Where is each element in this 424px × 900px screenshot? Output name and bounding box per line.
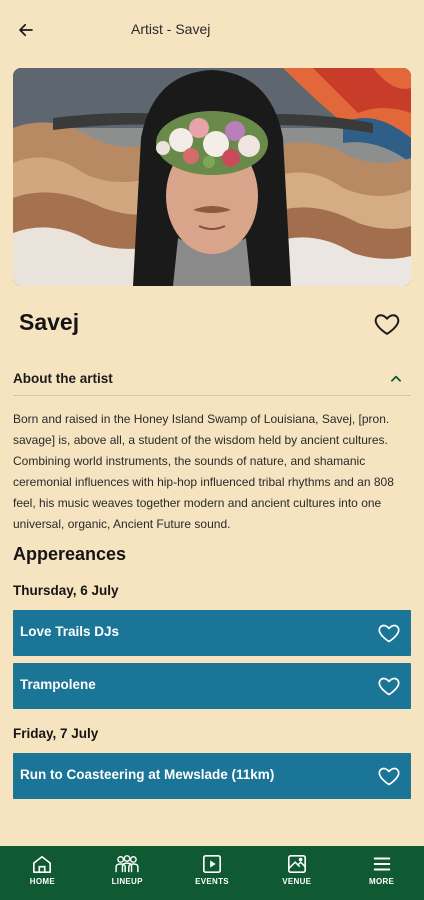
heart-icon[interactable]	[377, 621, 401, 645]
home-icon	[33, 855, 52, 873]
back-button[interactable]	[12, 16, 40, 44]
lineup-icon	[115, 855, 139, 873]
appearance-item[interactable]: Run to Coasteering at Mewslade (11km)	[13, 753, 411, 799]
heart-icon[interactable]	[377, 674, 401, 698]
day-label: Friday, 7 July	[13, 726, 99, 741]
page-title: Artist - Savej	[131, 21, 211, 37]
nav-events-label: EVENTS	[195, 877, 229, 886]
appearance-name: Trampolene	[20, 677, 96, 692]
artist-screen: Artist - Savej Savej About the artist Bo…	[0, 0, 424, 900]
nav-lineup-label: LINEUP	[111, 877, 143, 886]
heart-icon[interactable]	[377, 764, 401, 788]
appearance-item[interactable]: Love Trails DJs	[13, 610, 411, 656]
about-text: Born and raised in the Honey Island Swam…	[13, 412, 394, 531]
day-label: Thursday, 6 July	[13, 583, 119, 598]
bottom-nav: HOME LINEUP EVENTS VENUE MORE	[0, 846, 424, 900]
nav-home-label: HOME	[29, 877, 55, 886]
appearances-title: Appereances	[13, 544, 127, 564]
nav-home[interactable]: HOME	[0, 846, 85, 900]
nav-venue-label: VENUE	[282, 877, 312, 886]
heart-icon	[374, 314, 400, 335]
about-toggle[interactable]: About the artist	[13, 366, 411, 396]
about-title: About the artist	[13, 371, 113, 386]
top-bar: Artist - Savej	[0, 0, 424, 60]
nav-venue[interactable]: VENUE	[254, 846, 339, 900]
menu-icon	[373, 857, 390, 871]
favorite-artist-button[interactable]	[373, 310, 401, 338]
nav-more[interactable]: MORE	[339, 846, 424, 900]
nav-lineup[interactable]: LINEUP	[85, 846, 170, 900]
artist-photo	[13, 68, 411, 286]
appearance-name: Love Trails DJs	[20, 624, 120, 639]
chevron-up-icon	[391, 375, 401, 382]
appearance-name: Run to Coasteering at Mewslade (11km)	[20, 767, 275, 782]
map-icon	[287, 855, 306, 873]
arrow-left-icon	[19, 23, 33, 37]
nav-more-label: MORE	[368, 877, 395, 886]
events-icon	[202, 855, 221, 873]
appearance-item[interactable]: Trampolene	[13, 663, 411, 709]
artist-name: Savej	[19, 309, 80, 335]
nav-events[interactable]: EVENTS	[170, 846, 255, 900]
